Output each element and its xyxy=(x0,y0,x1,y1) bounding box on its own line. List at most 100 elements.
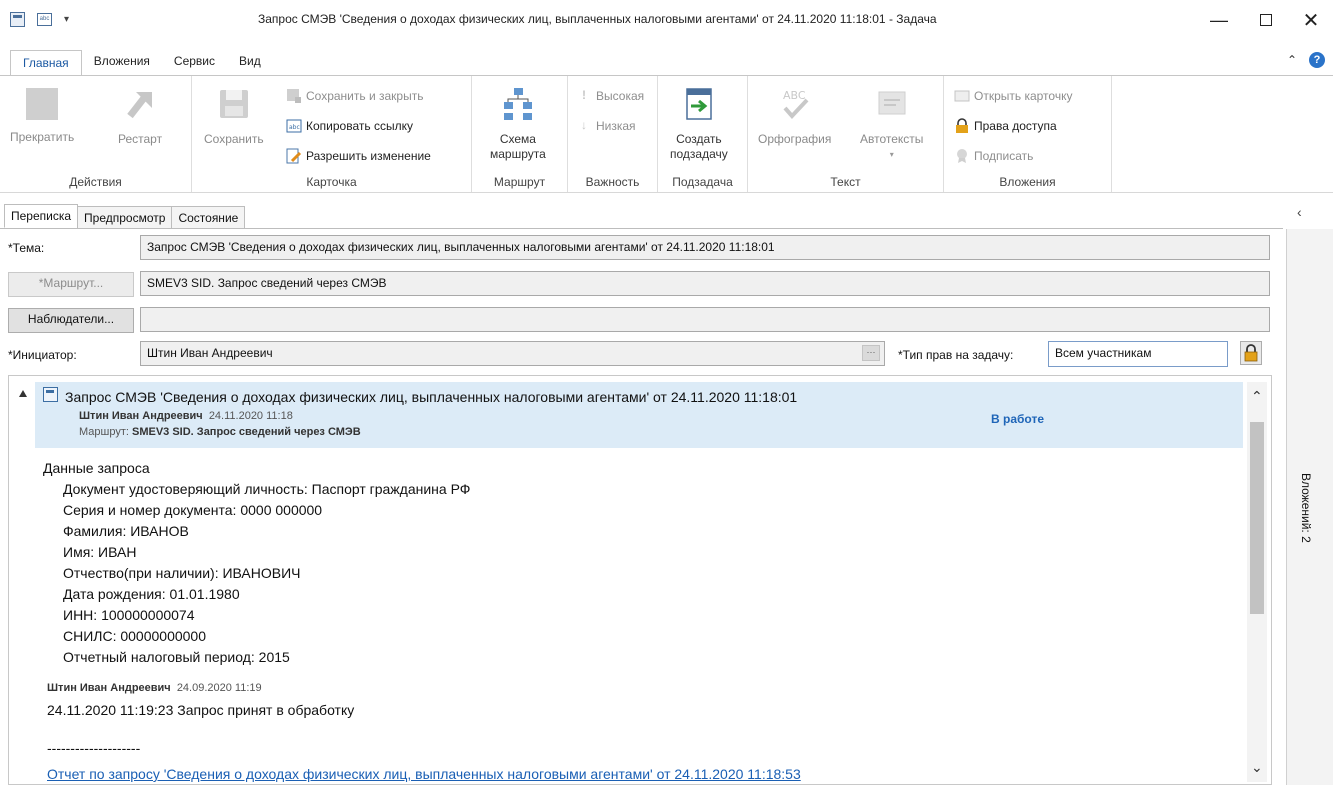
stop-icon xyxy=(26,88,59,120)
quick-access-toolbar: abc ▾ xyxy=(10,12,69,27)
task-icon xyxy=(43,387,58,402)
select-initiator-button[interactable]: ··· xyxy=(862,345,880,361)
correspondence-panel: Запрос СМЭВ 'Сведения о доходах физическ… xyxy=(8,375,1272,785)
group-card: Сохранить Сохранить и закрыть abc Копиро… xyxy=(192,76,472,192)
allow-change-button[interactable]: Разрешить изменение xyxy=(286,148,431,164)
initiator-field[interactable]: Штин Иван Андреевич xyxy=(140,341,885,366)
rights-type-field[interactable]: Всем участникам xyxy=(1048,341,1228,367)
maximize-icon[interactable] xyxy=(1243,6,1289,34)
open-card-button[interactable]: Открыть карточку xyxy=(954,88,1072,104)
restart-icon xyxy=(122,86,158,122)
observers-field[interactable] xyxy=(140,307,1270,332)
status-badge: В работе xyxy=(991,412,1044,426)
ribbon-right-controls: ⌃ ? xyxy=(1287,52,1325,68)
tab-attachments[interactable]: Вложения xyxy=(82,49,162,75)
minimize-icon[interactable]: — xyxy=(1196,6,1242,34)
header-author-line: Штин Иван Андреевич 24.11.2020 11:18 xyxy=(79,410,293,422)
tab-service[interactable]: Сервис xyxy=(162,49,227,75)
group-label-route: Маршрут xyxy=(493,175,546,189)
header-route-line: Маршрут: SMEV3 SID. Запрос сведений чере… xyxy=(79,426,361,438)
route-prefix: Маршрут: xyxy=(79,426,129,438)
group-importance: ! Высокая ↓ Низкая Важность xyxy=(568,76,658,192)
group-label-actions: Действия xyxy=(69,175,122,189)
tab-preview[interactable]: Предпросмотр xyxy=(77,206,173,228)
sign-button[interactable]: Подписать xyxy=(954,148,1033,164)
scrollbar-thumb[interactable] xyxy=(1250,422,1264,614)
save-button[interactable]: Сохранить xyxy=(204,86,264,147)
group-label-importance: Важность xyxy=(585,175,640,189)
task-icon[interactable] xyxy=(10,12,25,27)
subject-field[interactable]: Запрос СМЭВ 'Сведения о доходах физическ… xyxy=(140,235,1270,260)
collapse-triangle-icon[interactable] xyxy=(19,390,27,397)
request-line: Имя: ИВАН xyxy=(63,544,137,560)
copy-link-button[interactable]: abc Копировать ссылку xyxy=(286,118,413,134)
card-icon xyxy=(954,88,970,104)
ribbon: Прекратить Рестарт Действия Сохранить Со… xyxy=(0,75,1333,193)
svg-text:ABC: ABC xyxy=(783,89,806,102)
high-importance-button[interactable]: ! Высокая xyxy=(576,88,644,104)
access-rights-button[interactable]: Права доступа xyxy=(954,118,1057,134)
route-button[interactable]: *Маршрут... xyxy=(8,272,134,297)
arrow-down-icon: ↓ xyxy=(581,118,587,132)
route-field[interactable]: SMEV3 SID. Запрос сведений через СМЭВ xyxy=(140,271,1270,296)
group-attachments: Открыть карточку Права доступа Подписать… xyxy=(944,76,1112,192)
route-name: SMEV3 SID. Запрос сведений через СМЭВ xyxy=(132,426,361,438)
request-line: СНИЛС: 00000000000 xyxy=(63,628,207,644)
group-label-subtask: Подзадача xyxy=(672,175,733,189)
spelling-icon: ABC xyxy=(777,86,813,122)
lock-rights-button[interactable] xyxy=(1240,341,1262,365)
collapse-ribbon-icon[interactable]: ⌃ xyxy=(1287,53,1297,67)
group-actions: Прекратить Рестарт Действия xyxy=(0,76,192,192)
chevron-down-icon[interactable]: ⌄ xyxy=(1251,759,1263,776)
create-subtask-button[interactable]: Создать подзадачу xyxy=(670,86,728,162)
window-title: Запрос СМЭВ 'Сведения о доходах физическ… xyxy=(258,12,937,26)
comment-meta: Штин Иван Андреевич 24.09.2020 11:19 xyxy=(47,682,262,694)
copy-link-icon[interactable]: abc xyxy=(37,13,52,26)
stop-button[interactable]: Прекратить xyxy=(10,86,74,145)
lock-icon xyxy=(1244,344,1258,362)
customize-toolbar-icon[interactable]: ▾ xyxy=(64,14,69,25)
correspondence-header[interactable]: Запрос СМЭВ 'Сведения о доходах физическ… xyxy=(35,382,1243,448)
comment-author: Штин Иван Андреевич xyxy=(47,682,171,694)
save-icon xyxy=(216,86,252,122)
rights-type-label: *Тип прав на задачу: xyxy=(898,348,1014,362)
request-line: Фамилия: ИВАНОВ xyxy=(63,523,189,539)
group-label-attachments: Вложения xyxy=(999,175,1056,189)
low-importance-button[interactable]: ↓ Низкая xyxy=(576,118,636,134)
autotext-button[interactable]: Автотексты ▾ xyxy=(860,86,923,162)
request-line: Отчетный налоговый период: 2015 xyxy=(63,649,290,665)
vertical-scrollbar[interactable]: ⌃ ⌄ xyxy=(1247,382,1267,782)
route-scheme-icon xyxy=(500,86,536,122)
tab-view[interactable]: Вид xyxy=(227,49,273,75)
request-data: Данные запроса Документ удостоверяющий л… xyxy=(43,458,470,668)
group-subtask: Создать подзадачу Подзадача xyxy=(658,76,748,192)
comment-date: 24.09.2020 11:19 xyxy=(176,682,262,694)
seal-icon xyxy=(954,148,970,164)
svg-text:abc: abc xyxy=(289,124,300,131)
attachments-side-panel[interactable]: Вложений: 2 xyxy=(1286,229,1333,785)
header-title: Запрос СМЭВ 'Сведения о доходах физическ… xyxy=(65,389,798,405)
group-text: ABC Орфография Автотексты ▾ Текст xyxy=(748,76,944,192)
lock-icon xyxy=(954,118,970,134)
ribbon-tabs: Главная Вложения Сервис Вид xyxy=(0,48,1333,76)
tab-home[interactable]: Главная xyxy=(10,50,82,76)
spelling-button[interactable]: ABC Орфография xyxy=(758,86,831,147)
restart-button[interactable]: Рестарт xyxy=(118,86,162,147)
report-link[interactable]: Отчет по запросу 'Сведения о доходах физ… xyxy=(47,766,801,782)
form-tabs: Переписка Предпросмотр Состояние xyxy=(0,204,246,228)
attachments-count[interactable]: Вложений: 2 xyxy=(1299,473,1313,543)
request-line: Серия и номер документа: 0000 000000 xyxy=(63,502,323,518)
group-route: Схема маршрута Маршрут xyxy=(472,76,568,192)
tab-state[interactable]: Состояние xyxy=(171,206,246,228)
route-scheme-button[interactable]: Схема маршрута xyxy=(490,86,546,162)
chevron-left-icon[interactable]: ‹ xyxy=(1297,204,1302,220)
comment-text: 24.11.2020 11:19:23 Запрос принят в обра… xyxy=(47,702,355,718)
group-label-card: Карточка xyxy=(306,175,357,189)
observers-button[interactable]: Наблюдатели... xyxy=(8,308,134,333)
close-icon[interactable]: ✕ xyxy=(1288,6,1333,34)
help-icon[interactable]: ? xyxy=(1309,52,1325,68)
chevron-up-icon[interactable]: ⌃ xyxy=(1251,388,1263,405)
autotext-icon xyxy=(874,86,910,122)
tab-correspondence[interactable]: Переписка xyxy=(4,204,79,228)
save-and-close-button[interactable]: Сохранить и закрыть xyxy=(286,88,423,104)
